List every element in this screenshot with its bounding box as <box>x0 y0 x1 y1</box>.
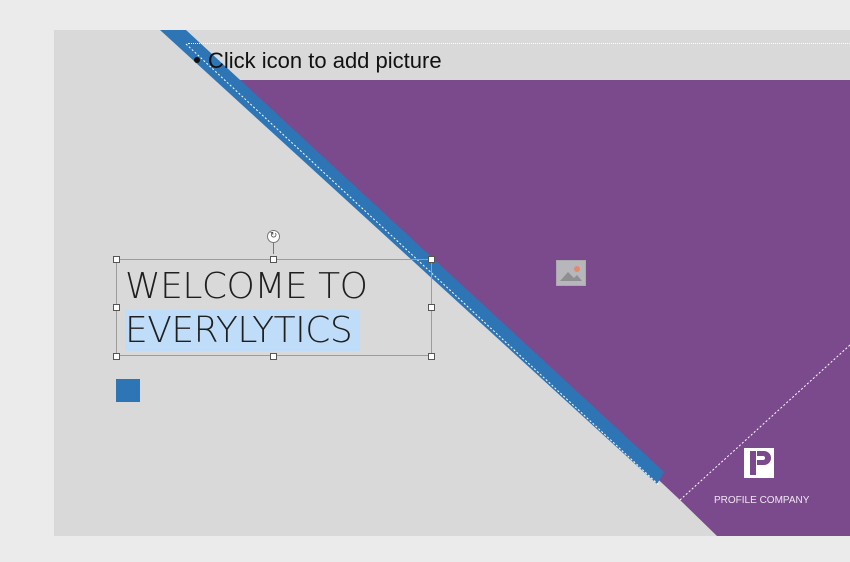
rotate-handle-icon[interactable]: ↻ <box>267 230 280 243</box>
bullet-icon <box>194 57 200 64</box>
resize-handle-bottom-center[interactable] <box>270 353 277 360</box>
resize-handle-top-center[interactable] <box>270 256 277 263</box>
title-text[interactable]: WELCOME TO EVERYLYTICS <box>125 265 368 353</box>
picture-glyph <box>560 266 582 281</box>
picture-placeholder-prompt[interactable]: Click icon to add picture <box>194 48 442 74</box>
rotate-handle-stem <box>273 243 274 254</box>
logo-mark-icon <box>744 448 774 478</box>
logo-label: PROFILE COMPANY <box>714 495 810 506</box>
resize-handle-middle-right[interactable] <box>428 304 435 311</box>
title-textbox[interactable]: WELCOME TO EVERYLYTICS <box>116 259 432 356</box>
editor-canvas: Click icon to add picture ↻ WELCOME TO E… <box>0 0 850 562</box>
resize-handle-top-right[interactable] <box>428 256 435 263</box>
resize-handle-bottom-left[interactable] <box>113 353 120 360</box>
picture-icon[interactable] <box>556 260 586 286</box>
title-line-2: EVERYLYTICS <box>125 309 367 353</box>
picture-prompt-text: Click icon to add picture <box>208 48 442 73</box>
blue-square-accent[interactable] <box>116 379 140 402</box>
picture-placeholder-top-border <box>188 43 850 44</box>
resize-handle-bottom-right[interactable] <box>428 353 435 360</box>
resize-handle-middle-left[interactable] <box>113 304 120 311</box>
selected-text: EVERYLYTICS <box>125 310 361 351</box>
title-line-1: WELCOME TO <box>125 266 368 307</box>
resize-handle-top-left[interactable] <box>113 256 120 263</box>
slide[interactable]: Click icon to add picture ↻ WELCOME TO E… <box>54 30 850 536</box>
